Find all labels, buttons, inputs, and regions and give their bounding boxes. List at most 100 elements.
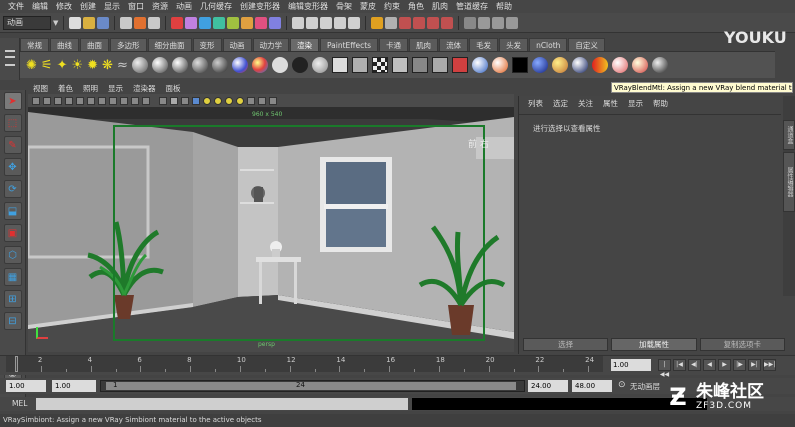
mask-joint-icon[interactable] [185,16,198,29]
xray-icon[interactable] [225,96,233,105]
channel-box-toggle-icon[interactable] [478,16,491,29]
next-key-icon[interactable]: |▶ [733,359,746,371]
attribute-editor-menu-item[interactable]: 显示 [623,98,648,109]
menu-item[interactable]: 管道缓存 [452,1,492,12]
playback-start-field[interactable]: 1.00 [52,380,96,392]
snap-grid-icon[interactable] [292,16,305,29]
resolution-gate-icon[interactable] [98,96,106,105]
isolate-icon[interactable] [236,96,244,105]
timeline[interactable]: 2 4 6 8 10 12 14 16 18 20 22 24 [6,356,603,372]
menu-item[interactable]: 资源 [148,1,172,12]
shelf-tab[interactable]: 动画 [222,38,252,51]
shelf-tab[interactable]: 毛发 [469,38,499,51]
blinn-material-icon[interactable] [151,57,168,73]
bookmark-icon[interactable] [54,96,62,105]
mask-handle-icon[interactable] [171,16,184,29]
camera-select-icon[interactable] [32,96,40,105]
hypershade-icon[interactable] [441,16,454,29]
ipr-render-icon[interactable] [413,16,426,29]
step-back-icon[interactable]: |◀ [673,359,686,371]
phonge-material-icon[interactable] [191,57,208,73]
prev-key-icon[interactable]: ◀| [688,359,701,371]
menu-item[interactable]: 窗口 [124,1,148,12]
viewport-menu-item[interactable]: 显示 [103,83,128,94]
shelf-tab[interactable]: PaintEffects [320,38,379,51]
ramp-material-icon[interactable] [231,57,248,73]
play-back-icon[interactable]: ◀ [703,359,716,371]
film-gate-icon[interactable] [87,96,95,105]
vray-hair-mtl-icon[interactable] [651,57,668,73]
ambient-light-icon[interactable]: ✺ [26,58,37,73]
volume-light-icon[interactable]: ❋ [102,58,113,73]
layered-material-icon[interactable] [251,57,268,73]
move-tool-icon[interactable]: ✥ [3,158,22,176]
anisotropic-material-icon[interactable] [211,57,228,73]
mel-label[interactable]: MEL [12,399,27,408]
checker-texture-icon[interactable] [371,57,388,73]
select-hierarchy-icon[interactable] [120,16,133,29]
safe-action-icon[interactable] [131,96,139,105]
attribute-editor-menu-item[interactable]: 帮助 [648,98,673,109]
animation-end-field[interactable]: 48.00 [572,380,612,392]
viewport-menu-item[interactable]: 照明 [78,83,103,94]
menu-item[interactable]: 约束 [380,1,404,12]
paint-select-tool-icon[interactable]: ✎ [3,136,22,154]
attribute-editor-menu-item[interactable]: 列表 [523,98,548,109]
shelf-collapse-icon[interactable] [4,64,15,68]
menu-item[interactable]: 蒙皮 [356,1,380,12]
menu-item[interactable]: 几何缓存 [196,1,236,12]
open-scene-icon[interactable] [83,16,96,29]
tab-channel-box[interactable]: 通道盒 [783,120,795,150]
lasso-tool-icon[interactable]: ⬚ [3,114,22,132]
noise-texture-icon[interactable] [431,57,448,73]
menu-item[interactable]: 帮助 [492,1,516,12]
shelf-menu-icon[interactable] [4,50,15,58]
render-settings-icon[interactable] [427,16,440,29]
menu-item[interactable]: 骨架 [332,1,356,12]
select-button[interactable]: 选择 [523,338,609,351]
ao-icon[interactable] [269,96,277,105]
animation-start-field[interactable]: 1.00 [6,380,46,392]
mask-deform-icon[interactable] [227,16,240,29]
mask-render-icon[interactable] [255,16,268,29]
select-tool-icon[interactable]: ➤ [3,92,22,110]
menu-item[interactable]: 创建变形器 [236,1,284,12]
playback-end-field[interactable]: 24.00 [528,380,568,392]
rotate-tool-icon[interactable]: ⟳ [3,180,22,198]
menu-item[interactable]: 显示 [100,1,124,12]
menu-set-dropdown[interactable]: 动画 [3,15,51,30]
construction-icon[interactable] [385,16,398,29]
select-component-icon[interactable] [148,16,161,29]
hq-lighting-icon[interactable] [247,96,255,105]
last-tool-icon[interactable]: ⬡ [3,246,22,264]
shelf-tab[interactable]: 常规 [20,38,49,51]
perspective-viewport[interactable]: 960 x 540 persp 前 右 [28,107,514,352]
image-plane-icon[interactable] [65,96,73,105]
copy-tab-button[interactable]: 复制选项卡 [699,338,785,351]
input-line-icon[interactable] [464,16,477,29]
shadows-icon[interactable] [214,96,222,105]
select-object-icon[interactable] [134,16,147,29]
directional-light-icon[interactable]: ⚟ [41,58,53,73]
mask-surface-icon[interactable] [213,16,226,29]
attribute-editor-menu-item[interactable]: 选定 [548,98,573,109]
tab-attribute-editor[interactable]: 属性编辑器 [783,152,795,212]
render-frame-icon[interactable] [399,16,412,29]
shelf-tab[interactable]: 动力学 [252,38,289,51]
mask-misc-icon[interactable] [269,16,282,29]
mask-curve-icon[interactable] [199,16,212,29]
gate-mask-icon[interactable] [109,96,117,105]
menu-item[interactable]: 动画 [172,1,196,12]
shelf-tab[interactable]: nCloth [529,38,568,51]
wireframe-icon[interactable] [159,96,167,105]
cloth-texture-icon[interactable] [451,57,468,73]
vray-bump-mtl-icon[interactable] [571,57,588,73]
vray-fast-sss-icon[interactable] [551,57,568,73]
backface-icon[interactable] [258,96,266,105]
play-forward-icon[interactable]: ▶ [718,359,731,371]
field-chart-icon[interactable] [120,96,128,105]
viewport-menu-item[interactable]: 着色 [53,83,78,94]
grid-toggle-icon[interactable] [76,96,84,105]
shelf-tab[interactable]: 曲线 [50,38,79,51]
menu-item[interactable]: 修改 [52,1,76,12]
